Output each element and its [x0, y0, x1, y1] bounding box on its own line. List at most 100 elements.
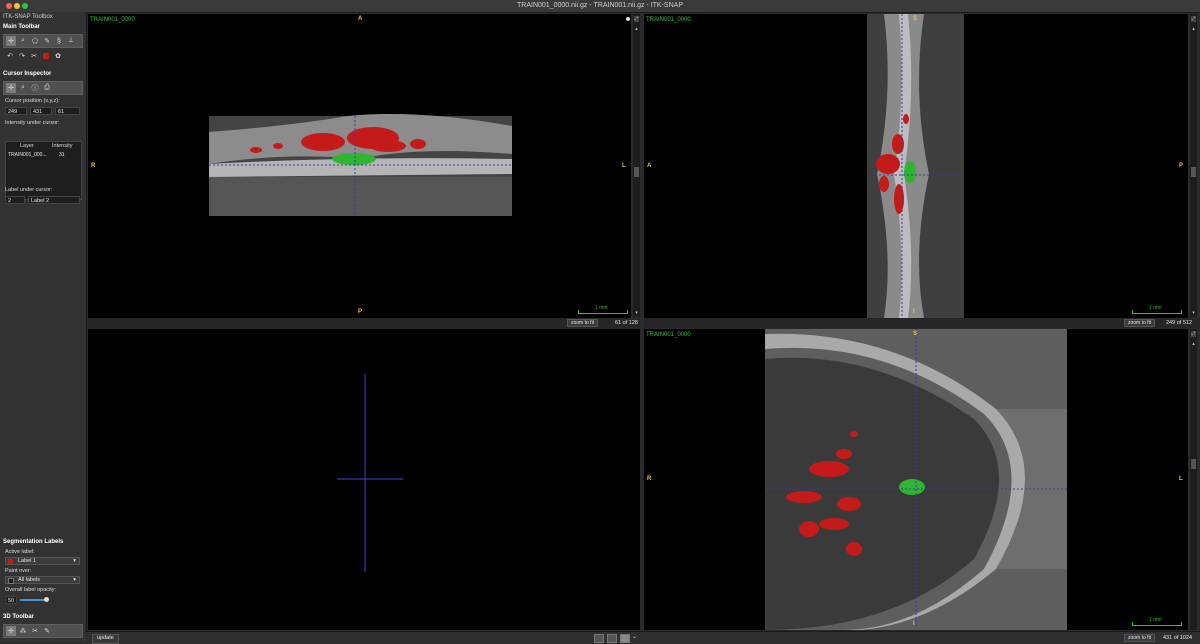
orientation-top: A: [358, 16, 363, 22]
scalpel-icon[interactable]: ✂: [30, 626, 40, 636]
chevron-down-icon[interactable]: ⌄: [632, 633, 637, 640]
expand-view-icon[interactable]: ⤢: [634, 16, 639, 22]
redo-icon[interactable]: ↷: [17, 51, 27, 61]
chevron-down-icon: ▾: [73, 577, 76, 583]
slice-indicator: 431 of 1024: [1163, 635, 1193, 641]
segmentation-labels-heading: Segmentation Labels: [3, 539, 64, 545]
coronal-scrollbar[interactable]: ⤢ ▴: [1190, 329, 1197, 630]
main-toolbar-row-1: ✛ ⌕ ⬠ ✎ § ⟂: [3, 34, 83, 48]
info-icon[interactable]: ⓘ: [30, 83, 40, 93]
3d-toolbar-heading: 3D Toolbar: [3, 614, 34, 620]
rotate-3d-icon[interactable]: ✛: [6, 626, 16, 636]
orientation-left: A: [647, 163, 652, 169]
3d-view[interactable]: [88, 329, 640, 630]
axial-scrollbar[interactable]: ⤢ ▴ ▾: [633, 14, 640, 317]
cursor-x-field[interactable]: 249: [5, 107, 27, 115]
export-icon[interactable]: [594, 634, 604, 643]
orientation-top: S: [913, 331, 918, 337]
screenshot-icon[interactable]: [620, 634, 630, 643]
intensity-column-header: Intensity: [52, 143, 73, 149]
cursor-inspector-heading: Cursor Inspector: [3, 71, 52, 77]
window-title: TRAIN001_0000.nii.gz - TRAIN001.nii.gz -…: [517, 2, 683, 9]
orientation-right: P: [1179, 163, 1184, 169]
crosshair-icon[interactable]: ✛: [6, 36, 16, 46]
search-icon[interactable]: ⌕: [18, 83, 28, 93]
paint-over-dropdown[interactable]: All labels ▾: [5, 576, 80, 584]
active-label-value: Label 1: [18, 558, 37, 564]
active-label-caption: Active label:: [5, 549, 35, 555]
3d-toolbar-row: ✛ ⁂ ✂ ✎: [3, 624, 83, 638]
intensity-caption: Intensity under cursor:: [5, 120, 60, 126]
cursor-z-field[interactable]: 61: [55, 107, 80, 115]
main-toolbar-row-2: ↶ ↷ ✂ ✿: [3, 50, 81, 62]
scissors-icon[interactable]: ✂: [29, 51, 39, 61]
cursor-position-caption: Cursor position (x,y,z):: [5, 98, 60, 104]
paintbrush-icon[interactable]: ✎: [42, 36, 52, 46]
ruler-icon[interactable]: ⟂: [66, 36, 76, 46]
window-titlebar: TRAIN001_0000.nii.gz - TRAIN001.nii.gz -…: [0, 0, 1200, 13]
sagittal-slice-image: [867, 14, 964, 318]
main-toolbar-heading: Main Toolbar: [3, 24, 40, 30]
cursor-y-field[interactable]: 431: [30, 107, 52, 115]
active-label-swatch: [8, 559, 13, 564]
zoom-to-fit-button[interactable]: zoom to fit: [1124, 319, 1156, 327]
toolbox-title: ITK-SNAP Toolbox: [3, 14, 53, 20]
print-icon[interactable]: ⎙: [42, 83, 52, 93]
itk-snap-toolbox: ITK-SNAP Toolbox Main Toolbar ✛ ⌕ ⬠ ✎ § …: [0, 12, 87, 643]
paint-over-swatch: [8, 578, 14, 584]
scroll-up-icon[interactable]: ▴: [634, 26, 639, 32]
coronal-view[interactable]: TRAIN001_0000 S I R L 1 mm: [644, 329, 1188, 630]
view-layer-label: TRAIN001_0000: [646, 332, 691, 338]
sagittal-status-strip: zoom to fit 249 of 512: [644, 318, 1200, 328]
scroll-thumb[interactable]: [1191, 167, 1196, 177]
orientation-bottom: I: [913, 309, 915, 315]
orientation-right: L: [1179, 476, 1183, 482]
sagittal-view[interactable]: TRAIN001_0000 S I A P 1 mm: [644, 14, 1188, 318]
snake-icon[interactable]: §: [54, 36, 64, 46]
scroll-thumb[interactable]: [1191, 459, 1196, 469]
3d-crosshair: [337, 374, 403, 572]
sagittal-scrollbar[interactable]: ⤢ ▴ ▾: [1190, 14, 1197, 317]
opacity-value-field[interactable]: 50: [5, 596, 17, 604]
axial-view[interactable]: TRAIN001_0000 A P R L 1 mm: [88, 14, 631, 318]
polygon-icon[interactable]: ⬠: [30, 36, 40, 46]
slice-indicator: 61 of 128: [615, 320, 638, 326]
label-name-field: Label 2: [28, 196, 80, 204]
opacity-caption: Overall label opacity:: [5, 587, 57, 593]
opacity-slider-handle[interactable]: [44, 597, 49, 602]
slice-indicator: 249 of 512: [1166, 320, 1192, 326]
zoom-icon[interactable]: ⌕: [18, 36, 28, 46]
layer-column-header: Layer: [20, 143, 34, 149]
view-layer-label: TRAIN001_0000: [90, 17, 135, 23]
coronal-slice-image: [765, 329, 1067, 630]
label-wheel-icon[interactable]: ✿: [53, 51, 63, 61]
bottom-bar: update ⌄ zoom to fit 431 of 1024: [86, 631, 1200, 644]
expand-view-icon[interactable]: ⤢: [1191, 16, 1196, 22]
scale-bar-label: 1 mm: [1149, 617, 1162, 623]
active-label-dropdown[interactable]: Label 1 ▾: [5, 557, 80, 565]
scroll-up-icon[interactable]: ▴: [1191, 341, 1196, 347]
label-under-cursor-caption: Label under cursor:: [5, 187, 53, 193]
undo-icon[interactable]: ↶: [5, 51, 15, 61]
scale-bar-label: 1 mm: [595, 305, 608, 311]
cursor-inspector-icon[interactable]: ✛: [6, 83, 16, 93]
spray-icon[interactable]: ⁂: [18, 626, 28, 636]
zoom-to-fit-button[interactable]: zoom to fit: [1124, 634, 1156, 642]
scroll-down-icon[interactable]: ▾: [1191, 310, 1196, 316]
brush-3d-icon[interactable]: ✎: [42, 626, 52, 636]
view-options-icon[interactable]: [626, 17, 630, 21]
orientation-right: L: [622, 163, 626, 169]
orientation-top: S: [913, 16, 918, 22]
orientation-bottom: I: [913, 621, 915, 627]
orientation-left: R: [647, 476, 652, 482]
expand-view-icon[interactable]: ⤢: [1191, 331, 1196, 337]
scroll-up-icon[interactable]: ▴: [1191, 26, 1196, 32]
inspector-tools-row: ✛ ⌕ ⓘ ⎙: [3, 81, 83, 95]
scroll-thumb[interactable]: [634, 167, 639, 177]
table-row-intensity: 31: [59, 152, 65, 158]
layout-icon[interactable]: [607, 634, 617, 643]
scroll-down-icon[interactable]: ▾: [634, 310, 639, 316]
layer-inspector-icon[interactable]: [41, 51, 51, 61]
zoom-to-fit-button[interactable]: zoom to fit: [567, 319, 599, 327]
paint-over-caption: Paint over:: [5, 568, 32, 574]
